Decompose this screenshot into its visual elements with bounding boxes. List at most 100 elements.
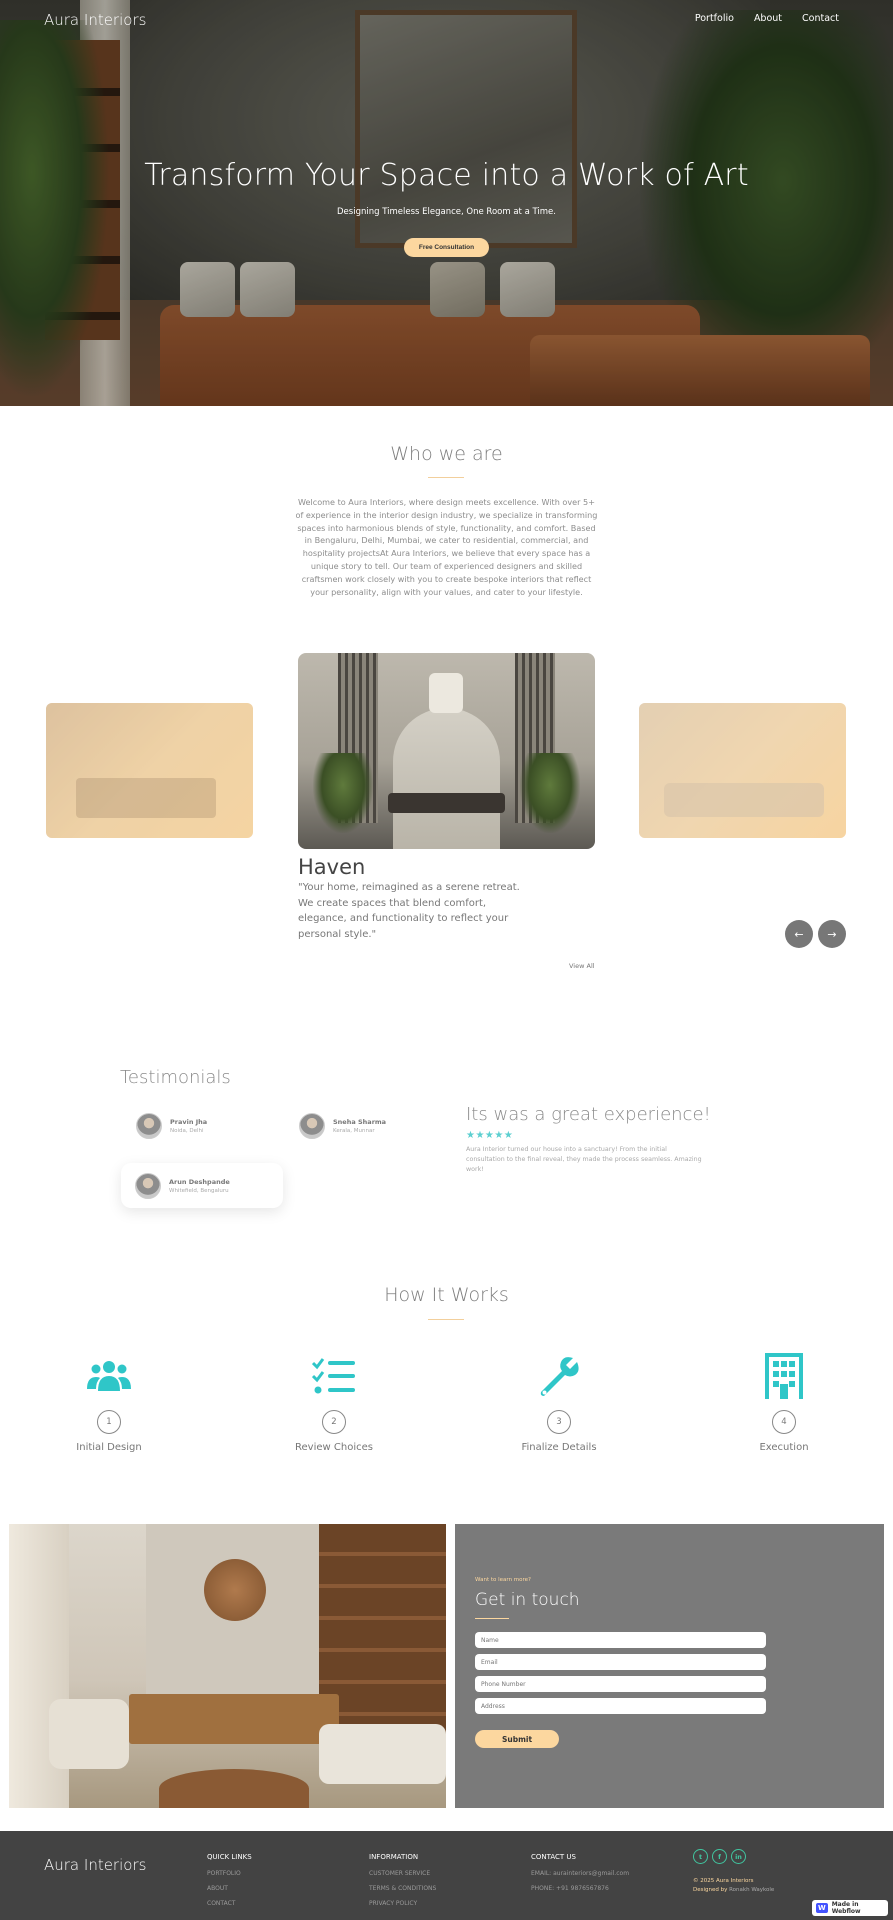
nav-portfolio[interactable]: Portfolio [695, 13, 734, 24]
testimonial-person-1[interactable]: Pravin Jha Noida, Delhi [136, 1113, 207, 1139]
footer-information: INFORMATION CUSTOMER SERVICE TERMS & CON… [369, 1853, 436, 1911]
copyright: © 2025 Aura Interiors Designed by Ronakh… [693, 1877, 774, 1895]
footer-link-terms[interactable]: TERMS & CONDITIONS [369, 1881, 436, 1896]
step-3: 3 Finalize Details [484, 1352, 634, 1453]
footer-contact: CONTACT US EMAIL: aurainteriors@gmail.co… [531, 1853, 629, 1896]
address-field[interactable] [475, 1698, 766, 1714]
hero-subtitle: Designing Timeless Elegance, One Room at… [337, 207, 556, 217]
users-icon [34, 1352, 184, 1400]
wrench-icon [484, 1352, 634, 1400]
arrow-left-icon: ← [794, 927, 804, 941]
footer-heading: QUICK LINKS [207, 1853, 252, 1861]
about-text: Welcome to Aura Interiors, where design … [295, 497, 598, 597]
step-number: 1 [97, 1410, 121, 1434]
footer-link-privacy[interactable]: PRIVACY POLICY [369, 1896, 436, 1911]
copyright-text: © 2025 Aura Interiors [693, 1878, 754, 1884]
step-number: 3 [547, 1410, 571, 1434]
testimonial-person-2[interactable]: Sneha Sharma Kerala, Munnar [299, 1113, 386, 1139]
footer-phone[interactable]: PHONE: +91 9876567876 [531, 1881, 629, 1896]
step-2: 2 Review Choices [259, 1352, 409, 1453]
step-label: Review Choices [295, 1442, 373, 1453]
avatar [299, 1113, 325, 1139]
carousel-slide-prev[interactable] [46, 703, 253, 838]
hero-overlay [0, 0, 893, 406]
webflow-logo-icon: W [816, 1903, 828, 1913]
room-coffee-table [159, 1769, 309, 1808]
brand-logo[interactable]: Aura Interiors [44, 11, 146, 29]
contact-kicker: Want to learn more? [475, 1577, 531, 1583]
step-1: 1 Initial Design [34, 1352, 184, 1453]
contact-title-underline [475, 1618, 509, 1619]
arrow-right-icon: → [827, 927, 837, 941]
how-title-underline [428, 1319, 464, 1320]
carousel-next-button[interactable]: → [818, 920, 846, 948]
slide-overlay [46, 703, 253, 838]
contact-room-image [9, 1524, 446, 1808]
testimonial-quote-title: Its was a great experience! [466, 1104, 711, 1125]
person-location: Whitefield, Bengaluru [169, 1187, 229, 1194]
footer-link-portfolio[interactable]: PORTFOLIO [207, 1866, 252, 1881]
footer-brand[interactable]: Aura Interiors [44, 1856, 146, 1874]
made-in-webflow-badge[interactable]: W Made in Webflow [812, 1900, 888, 1916]
submit-button[interactable]: Submit [475, 1730, 559, 1748]
checklist-icon [259, 1352, 409, 1400]
step-4: 4 Execution [709, 1352, 859, 1453]
how-it-works-title: How It Works [384, 1284, 509, 1306]
hero-section: Aura Interiors Portfolio About Contact T… [0, 0, 893, 406]
footer-link-customer-service[interactable]: CUSTOMER SERVICE [369, 1866, 436, 1881]
person-location: Noida, Delhi [170, 1128, 204, 1134]
designer-name[interactable]: Ronakh Waykole [729, 1887, 774, 1893]
slide-arch [393, 708, 500, 849]
about-title: Who we are [390, 443, 503, 465]
facebook-icon[interactable]: f [712, 1849, 727, 1864]
person-location: Kerala, Munnar [333, 1128, 375, 1134]
name-field[interactable] [475, 1632, 766, 1648]
room-credenza [129, 1694, 339, 1744]
step-label: Finalize Details [521, 1442, 597, 1453]
testimonial-quote-text: Aura Interior turned our house into a sa… [466, 1146, 702, 1173]
footer-heading: INFORMATION [369, 1853, 419, 1861]
phone-field[interactable] [475, 1676, 766, 1692]
designed-by-label: Designed by [693, 1887, 728, 1893]
carousel-slide-active[interactable] [298, 653, 595, 849]
slide-quote: "Your home, reimagined as a serene retre… [298, 882, 520, 940]
social-links: t f in [693, 1849, 746, 1864]
view-all-link[interactable]: View All [569, 962, 595, 970]
step-number: 2 [322, 1410, 346, 1434]
main-nav: Portfolio About Contact [695, 13, 839, 24]
footer-email[interactable]: EMAIL: aurainteriors@gmail.com [531, 1866, 629, 1881]
linkedin-icon[interactable]: in [731, 1849, 746, 1864]
slide-plant [313, 753, 373, 833]
nav-about[interactable]: About [754, 13, 782, 24]
about-title-underline [428, 477, 464, 478]
carousel-prev-button[interactable]: ← [785, 920, 813, 948]
twitter-icon[interactable]: t [693, 1849, 708, 1864]
contact-form: Want to learn more? Get in touch Submit [455, 1524, 884, 1808]
footer-link-about[interactable]: ABOUT [207, 1881, 252, 1896]
avatar [135, 1172, 161, 1199]
person-name: Arun Deshpande [169, 1177, 230, 1186]
badge-text: Made in Webflow [831, 1901, 861, 1915]
person-name: Pravin Jha [170, 1118, 208, 1126]
footer: Aura Interiors QUICK LINKS PORTFOLIO ABO… [0, 1831, 893, 1920]
footer-link-contact[interactable]: CONTACT [207, 1896, 252, 1911]
slide-dining-table [388, 793, 505, 813]
room-sofa [319, 1724, 446, 1784]
footer-quick-links: QUICK LINKS PORTFOLIO ABOUT CONTACT [207, 1853, 252, 1911]
room-armchair [49, 1699, 129, 1769]
step-number: 4 [772, 1410, 796, 1434]
slide-plant [520, 753, 580, 833]
step-label: Execution [759, 1442, 809, 1453]
testimonials-title: Testimonials [120, 1067, 231, 1088]
star-rating: ★★★★★ [466, 1130, 514, 1141]
person-name: Sneha Sharma [333, 1118, 387, 1126]
slide-pendant-lamp [429, 673, 463, 713]
email-field[interactable] [475, 1654, 766, 1670]
testimonial-person-3[interactable]: Arun Deshpande Whitefield, Bengaluru [121, 1163, 283, 1208]
carousel-slide-next[interactable] [639, 703, 846, 838]
avatar [136, 1113, 162, 1139]
hero-title: Transform Your Space into a Work of Art [144, 158, 749, 193]
footer-heading: CONTACT US [531, 1853, 576, 1861]
nav-contact[interactable]: Contact [802, 13, 839, 24]
free-consultation-button[interactable]: Free Consultation [404, 238, 489, 257]
